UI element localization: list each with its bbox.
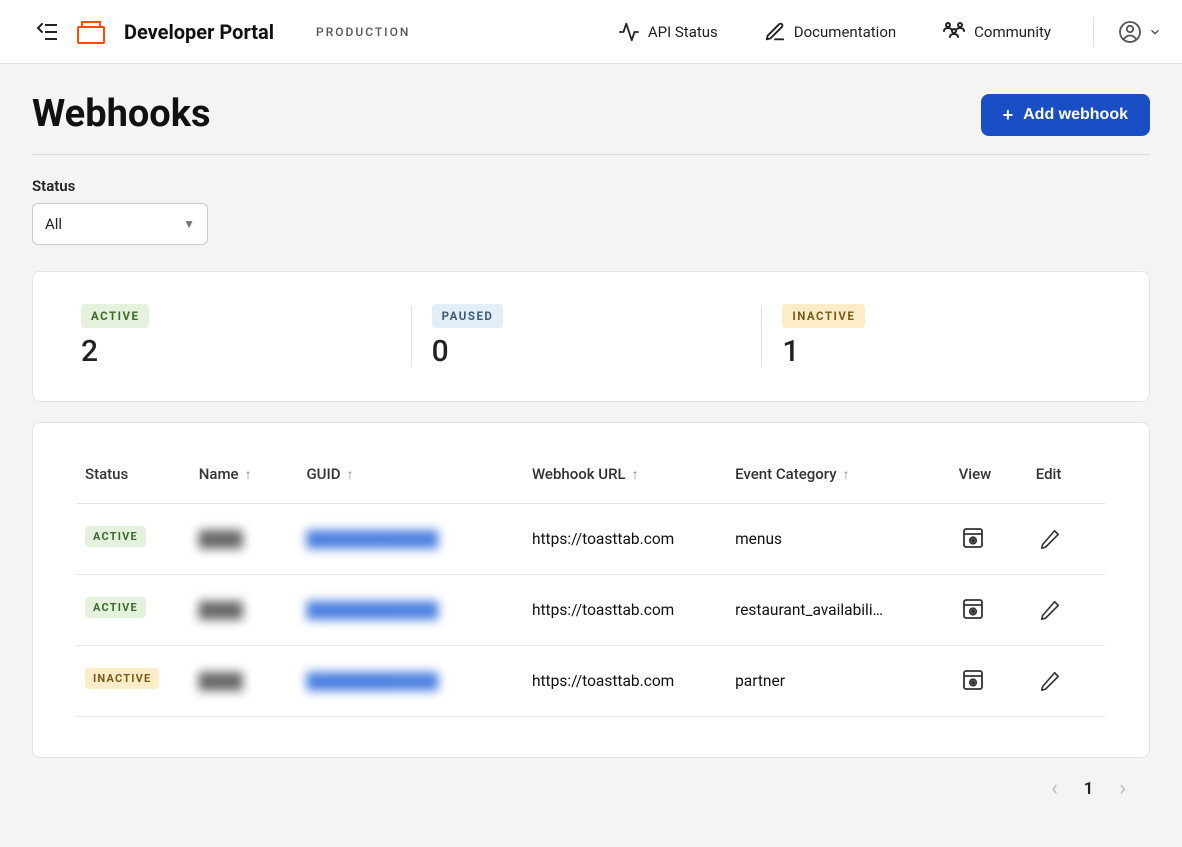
pagination: ‹ 1 › xyxy=(32,758,1150,811)
sort-arrow-icon: ↑ xyxy=(347,467,354,483)
user-menu[interactable] xyxy=(1118,20,1162,44)
table-row: ACTIVE████████████████https://toasttab.c… xyxy=(77,504,1105,575)
page-next-button[interactable]: › xyxy=(1119,776,1126,801)
user-icon xyxy=(1118,20,1142,44)
webhook-url: https://toasttab.com xyxy=(532,601,674,619)
edit-button[interactable] xyxy=(1036,596,1064,624)
status-filter-label: Status xyxy=(32,177,1150,195)
webhook-category: restaurant_availabili… xyxy=(735,601,883,619)
stats-card: ACTIVE 2 PAUSED 0 INACTIVE 1 xyxy=(32,271,1150,402)
active-count: 2 xyxy=(81,334,412,369)
table-row: ACTIVE████████████████https://toasttab.c… xyxy=(77,575,1105,646)
nav-separator xyxy=(1093,17,1094,47)
table-row: INACTIVE████████████████https://toasttab… xyxy=(77,646,1105,717)
col-header-name[interactable]: Name↑ xyxy=(191,445,299,504)
page: Webhooks + Add webhook Status All ▼ ACTI… xyxy=(0,64,1182,811)
community-icon xyxy=(942,21,966,43)
col-header-category[interactable]: Event Category↑ xyxy=(727,445,950,504)
inactive-count: 1 xyxy=(782,334,1113,369)
view-button[interactable] xyxy=(959,595,987,623)
caret-down-icon: ▼ xyxy=(183,217,195,231)
nav-documentation[interactable]: Documentation xyxy=(750,13,910,51)
webhook-name-redacted: ████ xyxy=(199,601,243,619)
page-number: 1 xyxy=(1084,779,1094,799)
webhook-url: https://toasttab.com xyxy=(532,672,674,690)
col-header-url[interactable]: Webhook URL↑ xyxy=(524,445,727,504)
webhook-category: menus xyxy=(735,530,782,548)
sort-arrow-icon: ↑ xyxy=(245,467,252,483)
webhook-url: https://toasttab.com xyxy=(532,530,674,548)
edit-button[interactable] xyxy=(1036,667,1064,695)
divider xyxy=(32,154,1150,155)
stat-active: ACTIVE 2 xyxy=(69,304,412,369)
stat-paused: PAUSED 0 xyxy=(412,304,763,369)
inactive-badge: INACTIVE xyxy=(782,304,865,328)
brand-title: Developer Portal xyxy=(124,20,274,44)
edit-button[interactable] xyxy=(1036,525,1064,553)
status-badge: ACTIVE xyxy=(85,597,146,618)
status-badge: INACTIVE xyxy=(85,668,159,689)
webhook-guid-redacted: ████████████ xyxy=(306,672,438,690)
nav-community[interactable]: Community xyxy=(928,13,1065,51)
plus-icon: + xyxy=(1003,106,1014,124)
topbar: Developer Portal PRODUCTION API Status D… xyxy=(0,0,1182,64)
sort-arrow-icon: ↑ xyxy=(632,467,639,483)
activity-icon xyxy=(618,21,640,43)
status-badge: ACTIVE xyxy=(85,526,146,547)
webhooks-table: Status Name↑ GUID↑ Webhook URL↑ Event Ca… xyxy=(77,445,1105,717)
add-webhook-button[interactable]: + Add webhook xyxy=(981,94,1150,136)
active-badge: ACTIVE xyxy=(81,304,149,328)
webhook-name-redacted: ████ xyxy=(199,530,243,548)
paused-count: 0 xyxy=(432,334,763,369)
view-button[interactable] xyxy=(959,524,987,552)
col-header-status[interactable]: Status xyxy=(77,445,191,504)
col-header-view: View xyxy=(951,445,1028,504)
col-header-edit: Edit xyxy=(1028,445,1105,504)
webhook-category: partner xyxy=(735,672,785,690)
nav-api-status[interactable]: API Status xyxy=(604,13,732,51)
webhook-guid-redacted: ████████████ xyxy=(306,601,438,619)
environment-badge: PRODUCTION xyxy=(316,25,410,39)
menu-collapse-icon[interactable] xyxy=(36,23,58,41)
documentation-icon xyxy=(764,21,786,43)
brand-icon xyxy=(76,19,106,45)
page-title: Webhooks xyxy=(32,92,211,136)
webhook-name-redacted: ████ xyxy=(199,672,243,690)
webhook-guid-redacted: ████████████ xyxy=(306,530,438,548)
page-prev-button[interactable]: ‹ xyxy=(1051,776,1058,801)
stat-inactive: INACTIVE 1 xyxy=(762,304,1113,369)
sort-arrow-icon: ↑ xyxy=(843,467,850,483)
paused-badge: PAUSED xyxy=(432,304,504,328)
col-header-guid[interactable]: GUID↑ xyxy=(298,445,524,504)
webhooks-table-card: Status Name↑ GUID↑ Webhook URL↑ Event Ca… xyxy=(32,422,1150,758)
status-filter-select[interactable]: All ▼ xyxy=(32,203,208,245)
view-button[interactable] xyxy=(959,666,987,694)
page-header: Webhooks + Add webhook xyxy=(32,92,1150,136)
chevron-down-icon xyxy=(1148,25,1162,39)
